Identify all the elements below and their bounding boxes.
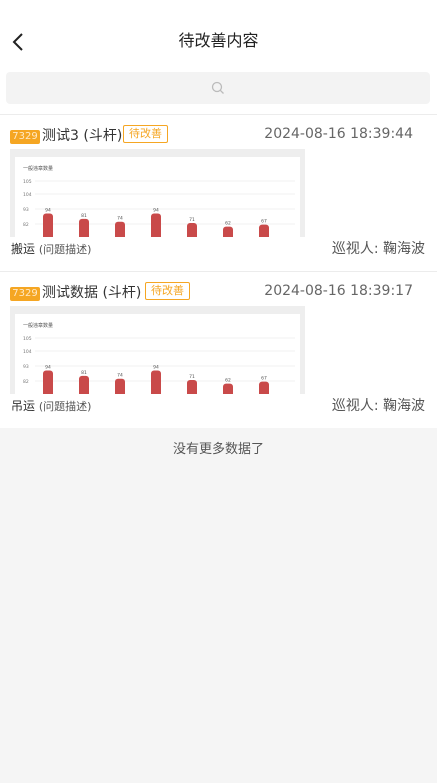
list-item[interactable]: 7329 测试数据 (斗杆) 待改善 2024-08-16 18:39:17 一… (0, 272, 437, 428)
search-input[interactable] (6, 72, 430, 104)
thumbnail-bar (223, 226, 233, 237)
y-tick-label: 93 (23, 364, 29, 370)
bar-data-label: 67 (261, 376, 267, 382)
thumbnail-image[interactable]: 一般违章数量 105 104 93 82 94 81 74 94 71 62 67 (10, 306, 305, 394)
page-title: 待改善内容 (178, 31, 259, 50)
thumbnail-bar (79, 218, 89, 237)
bar-data-label: 94 (153, 208, 159, 214)
item-title: 测试3 (斗杆) (42, 128, 123, 144)
no-more-data-text: 没有更多数据了 (172, 442, 264, 457)
bar-data-label: 71 (189, 374, 195, 380)
inspector-label: 巡视人: 鞠海波 (331, 398, 425, 414)
category-label: 搬运 (问题描述) (11, 241, 91, 258)
timestamp: 2024-08-16 18:39:44 (264, 126, 413, 142)
timestamp: 2024-08-16 18:39:17 (264, 283, 413, 299)
thumbnail-bar (223, 383, 233, 394)
bar-data-label: 81 (81, 370, 87, 376)
number-badge: 7329 (10, 287, 40, 301)
thumbnail-image[interactable]: 一般违章数量 105 104 93 82 94 81 74 94 71 62 67 (10, 149, 305, 237)
y-tick-label: 105 (23, 179, 32, 185)
category-text: 吊运 (11, 399, 36, 413)
thumbnail-bar (259, 381, 269, 394)
bar-data-label: 62 (225, 221, 231, 227)
thumbnail-bar (187, 379, 197, 394)
thumbnail-bar (79, 375, 89, 394)
inspector-label: 巡视人: 鞠海波 (331, 241, 425, 257)
thumbnail-chart: 105 104 93 82 94 81 74 94 71 62 67 (23, 336, 295, 394)
search-icon (211, 81, 224, 94)
category-note: (问题描述) (38, 243, 92, 256)
bar-data-label: 94 (45, 365, 51, 371)
thumbnail-chart-area: 一般违章数量 105 104 93 82 94 81 74 94 71 62 67 (15, 157, 300, 237)
y-tick-label: 82 (23, 379, 29, 385)
thumbnail-bar (115, 378, 125, 394)
bar-data-label: 74 (117, 373, 123, 379)
thumbnail-bar (151, 370, 161, 394)
bar-data-label: 67 (261, 219, 267, 225)
thumbnail-bar (187, 222, 197, 237)
y-tick-label: 82 (23, 222, 29, 228)
number-badge: 7329 (10, 130, 40, 144)
category-note: (问题描述) (38, 400, 92, 413)
y-tick-label: 104 (23, 192, 32, 198)
y-tick-label: 104 (23, 349, 32, 355)
bar-data-label: 71 (189, 217, 195, 223)
thumbnail-bar (259, 224, 269, 237)
thumbnail-chart-area: 一般违章数量 105 104 93 82 94 81 74 94 71 62 67 (15, 314, 300, 394)
bar-data-label: 81 (81, 213, 87, 219)
y-tick-label: 105 (23, 336, 32, 342)
bar-data-label: 94 (153, 365, 159, 371)
category-text: 搬运 (11, 242, 36, 256)
bar-data-label: 62 (225, 378, 231, 384)
thumbnail-chart: 105 104 93 82 94 81 74 94 71 62 67 (23, 179, 295, 237)
bar-data-label: 94 (45, 208, 51, 214)
thumbnail-bar (115, 221, 125, 237)
status-badge: 待改善 (145, 282, 190, 300)
bar-data-label: 74 (117, 216, 123, 222)
thumbnail-bar (151, 213, 161, 237)
status-badge: 待改善 (123, 125, 168, 143)
thumbnail-bar (43, 370, 53, 394)
thumbnail-bar (43, 213, 53, 237)
list-item[interactable]: 7329 测试3 (斗杆) 待改善 2024-08-16 18:39:44 一般… (0, 115, 437, 271)
item-title: 测试数据 (斗杆) (42, 285, 142, 301)
y-tick-label: 93 (23, 207, 29, 213)
category-label: 吊运 (问题描述) (11, 398, 91, 415)
app-header: 待改善内容 (0, 0, 437, 115)
